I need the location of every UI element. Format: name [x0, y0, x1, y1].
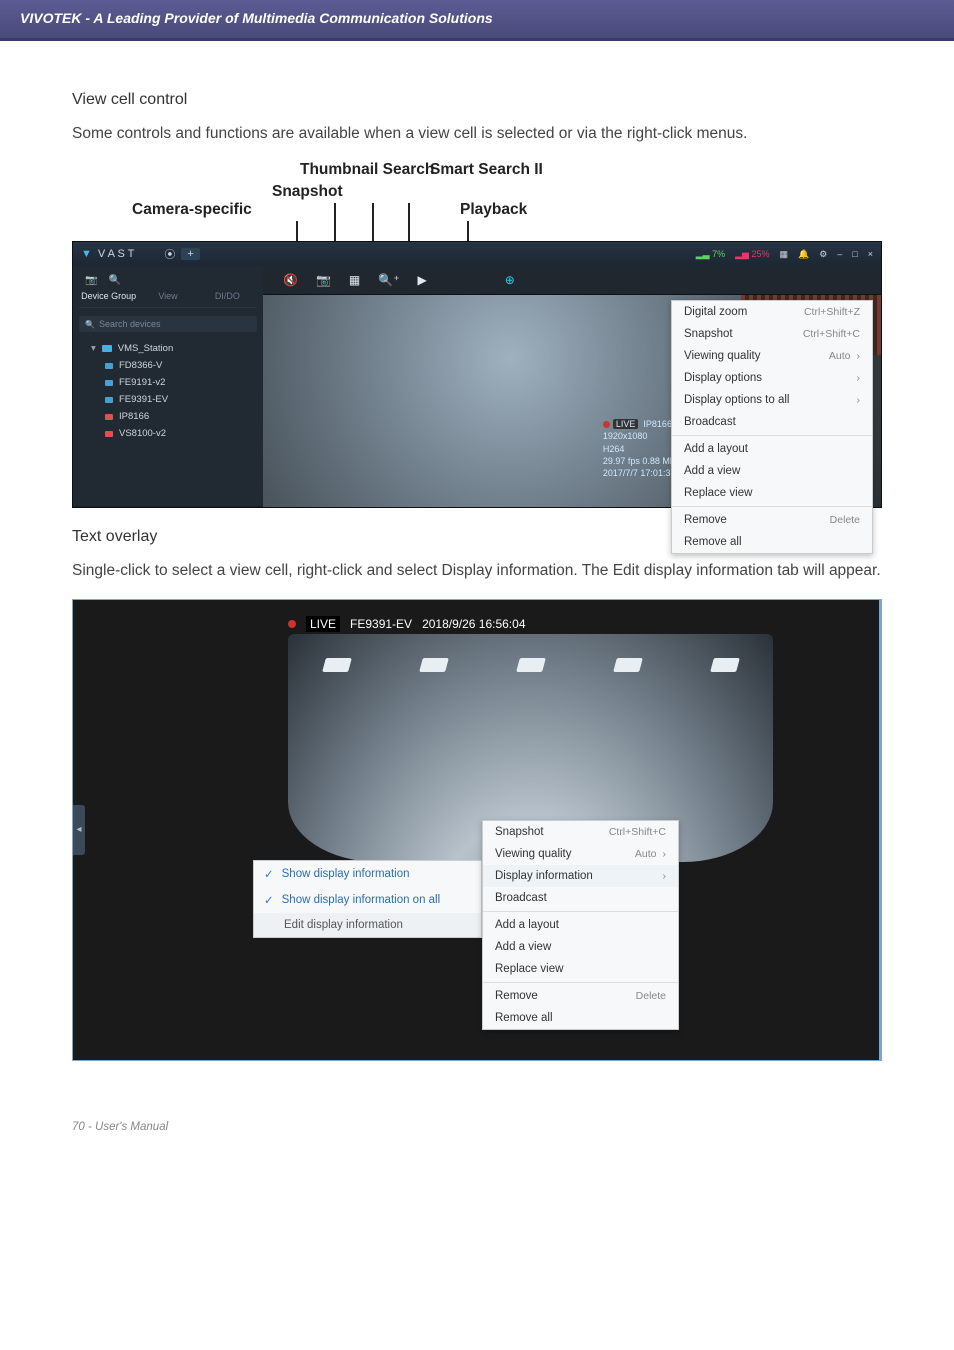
submenu-show-display-info-all[interactable]: ✓Show display information on all — [254, 887, 481, 913]
ctx2-viewing-quality[interactable]: Viewing qualityAuto — [483, 843, 678, 865]
tab-device-group[interactable]: Device Group — [79, 289, 138, 303]
context-menu-2: SnapshotCtrl+Shift+C Viewing qualityAuto… — [482, 820, 679, 1030]
ctx2-snapshot[interactable]: SnapshotCtrl+Shift+C — [483, 821, 678, 843]
rec-dot-icon — [288, 620, 296, 628]
new-tab-button[interactable]: + — [181, 248, 199, 260]
cell-header: LIVE FE9391-EV 2018/9/26 16:56:04 — [288, 614, 773, 634]
left-collapse-tab[interactable]: ◂ — [73, 805, 85, 855]
viewcell-toolbar: 🔇 📷 ▦ 🔍⁺ ▶ ⊕ — [263, 266, 881, 295]
ctx-viewing-quality[interactable]: Viewing qualityAuto — [672, 345, 872, 367]
sidebar-camera-icon[interactable]: 📷 🔍 — [79, 272, 257, 289]
label-thumbnail-search: Thumbnail Search — [300, 161, 434, 179]
app-window: ▼ V A S T ⦿ + ▂▃ 7% ▂▅ 25% ▦ 🔔 ⚙ – □ × 📷… — [72, 241, 882, 508]
ctx-display-options[interactable]: Display options — [672, 367, 872, 389]
tree-station[interactable]: ▾VMS_Station — [79, 340, 257, 357]
close-icon[interactable]: × — [868, 249, 873, 259]
sidebar: 📷 🔍 Device Group View DI/DO Search devic… — [73, 266, 263, 506]
ctx-remove[interactable]: RemoveDelete — [672, 509, 872, 531]
sidebar-tabs: Device Group View DI/DO — [79, 289, 257, 308]
tree-item-3[interactable]: IP8166 — [79, 408, 257, 425]
toolbar-thumbnail-icon[interactable]: ▦ — [349, 273, 360, 287]
ctx-snapshot[interactable]: SnapshotCtrl+Shift+C — [672, 323, 872, 345]
toolbar-snapshot-icon[interactable]: 📷 — [316, 273, 331, 287]
ctx-digital-zoom[interactable]: Digital zoomCtrl+Shift+Z — [672, 301, 872, 323]
live-badge: LIVE — [306, 616, 340, 632]
tree-item-2[interactable]: FE9391-EV — [79, 391, 257, 408]
title-bar: ▼ V A S T ⦿ + ▂▃ 7% ▂▅ 25% ▦ 🔔 ⚙ – □ × — [73, 242, 881, 266]
header-banner-text: VIVOTEK - A Leading Provider of Multimed… — [20, 10, 493, 26]
label-playback: Playback — [460, 201, 527, 219]
display-info-submenu: ✓Show display information ✓Show display … — [253, 860, 482, 938]
header-band: VIVOTEK - A Leading Provider of Multimed… — [0, 0, 954, 41]
toolbar-mute-icon[interactable]: 🔇 — [283, 273, 298, 287]
search-input[interactable]: Search devices — [79, 316, 257, 332]
toolbar-di-icon[interactable]: ⊕ — [505, 273, 515, 287]
ctx2-remove-all[interactable]: Remove all — [483, 1007, 678, 1029]
ctx-remove-all[interactable]: Remove all — [672, 531, 872, 553]
label-snapshot: Snapshot — [272, 183, 343, 201]
status-cpu: ▂▃ 7% — [696, 249, 725, 260]
ctx-add-layout[interactable]: Add a layout — [672, 438, 872, 460]
minimize-icon[interactable]: – — [837, 249, 842, 259]
page: View cell control Some controls and func… — [0, 41, 954, 1081]
section-title-view-cell: View cell control — [72, 91, 882, 109]
tab-dido[interactable]: DI/DO — [198, 289, 257, 303]
ctx-display-options-all[interactable]: Display options to all — [672, 389, 872, 411]
label-camera-specific: Camera-specific — [132, 201, 252, 219]
context-menu: Digital zoomCtrl+Shift+Z SnapshotCtrl+Sh… — [671, 300, 873, 554]
ctx2-remove[interactable]: RemoveDelete — [483, 985, 678, 1007]
ctx-broadcast[interactable]: Broadcast — [672, 411, 872, 433]
submenu-show-display-info[interactable]: ✓Show display information — [254, 861, 481, 887]
toolbar-smart-search-icon[interactable]: 🔍⁺ — [378, 273, 399, 287]
ctx2-broadcast[interactable]: Broadcast — [483, 887, 678, 909]
section-body-view-cell: Some controls and functions are availabl… — [72, 121, 882, 147]
status-hdd: ▂▅ 25% — [735, 249, 769, 260]
label-smart-search: Smart Search II — [430, 161, 543, 179]
tree-item-4[interactable]: VS8100-v2 — [79, 425, 257, 442]
figure-text-overlay: ◂ LIVE FE9391-EV 2018/9/26 16:56:04 ✓Sho… — [72, 599, 882, 1061]
app-logo-icon: ▼ — [81, 248, 92, 260]
toolbar-playback-icon[interactable]: ▶ — [418, 273, 427, 287]
ctx-replace-view[interactable]: Replace view — [672, 482, 872, 504]
tree-item-0[interactable]: FD8366-V — [79, 357, 257, 374]
layout-icon[interactable]: ▦ — [779, 249, 788, 260]
figure-view-cell-toolbar: Camera-specific Snapshot Thumbnail Searc… — [72, 161, 882, 508]
submenu-edit-display-info[interactable]: Edit display information — [254, 913, 481, 937]
alarm-icon[interactable]: 🔔 — [798, 249, 809, 260]
ctx2-add-view[interactable]: Add a view — [483, 936, 678, 958]
tab-view[interactable]: View — [138, 289, 197, 303]
ctx2-display-information[interactable]: Display information — [483, 865, 678, 887]
page-footer: 70 - User's Manual — [0, 1081, 954, 1143]
ctx-add-view[interactable]: Add a view — [672, 460, 872, 482]
app-title: V A S T — [98, 248, 135, 260]
cell-cam-name: FE9391-EV — [350, 617, 412, 631]
titlebar-rec-icon: ⦿ — [164, 246, 175, 262]
maximize-icon[interactable]: □ — [852, 249, 857, 259]
ctx2-add-layout[interactable]: Add a layout — [483, 914, 678, 936]
callout-labels: Camera-specific Snapshot Thumbnail Searc… — [72, 161, 882, 241]
cell-timestamp: 2018/9/26 16:56:04 — [422, 617, 525, 631]
status-right: ▂▃ 7% ▂▅ 25% ▦ 🔔 ⚙ – □ × — [696, 249, 873, 260]
tree-item-1[interactable]: FE9191-v2 — [79, 374, 257, 391]
section-body-text-overlay: Single-click to select a view cell, righ… — [72, 558, 882, 584]
ctx2-replace-view[interactable]: Replace view — [483, 958, 678, 980]
gear-icon[interactable]: ⚙ — [819, 249, 827, 260]
